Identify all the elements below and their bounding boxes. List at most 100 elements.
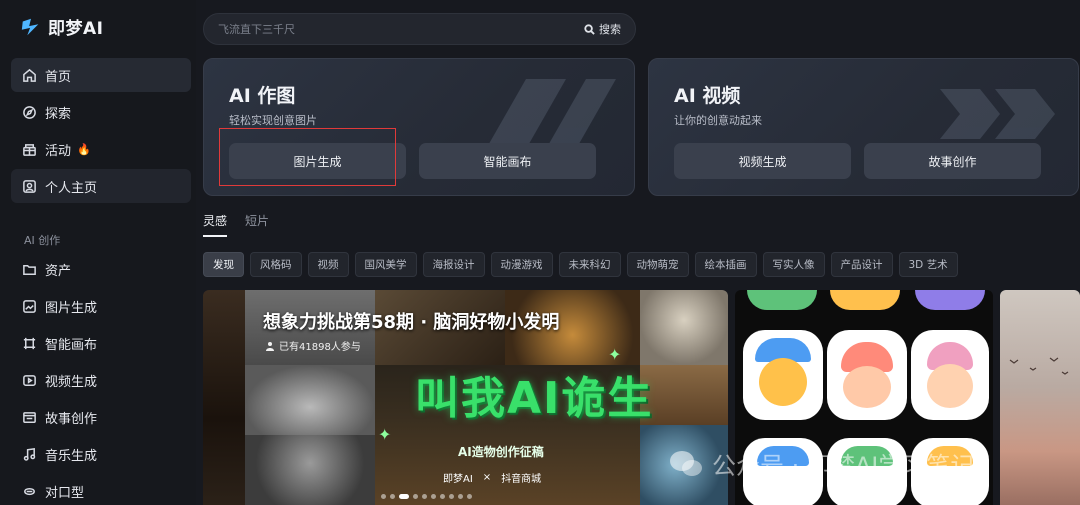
carousel-dot[interactable]	[440, 494, 445, 499]
carousel-dot[interactable]	[467, 494, 472, 499]
nav-item-label: 智能画布	[45, 337, 98, 353]
card-title: AI 视频	[674, 85, 741, 107]
chip-pets[interactable]: 动物萌宠	[626, 252, 689, 277]
nav-item-story[interactable]: 故事创作	[11, 400, 191, 434]
carousel-dot[interactable]	[413, 494, 418, 499]
chip-portrait[interactable]: 写实人像	[762, 252, 825, 277]
gift-icon	[21, 141, 37, 157]
chip-chinese-aesthetics[interactable]: 国风美学	[354, 252, 417, 277]
image-gen-icon	[21, 298, 37, 314]
nav-item-canvas[interactable]: 智能画布	[11, 326, 191, 360]
banner-title: 想象力挑战第58期 · 脑洞好物小发明	[263, 312, 560, 333]
nav-item-label: 音乐生成	[45, 448, 98, 464]
nav-item-music[interactable]: 音乐生成	[11, 437, 191, 471]
sticker-shape	[743, 330, 823, 420]
landscape-artwork-card[interactable]	[1000, 290, 1080, 505]
banner-participants: 已有41898人参与	[265, 338, 361, 353]
chip-illustration[interactable]: 绘本插画	[694, 252, 757, 277]
ai-video-card: AI 视频 让你的创意动起来 视频生成 故事创作	[648, 58, 1079, 196]
nav-item-label: 活动	[45, 143, 72, 159]
nav-item-label: 视频生成	[45, 374, 98, 390]
home-icon	[21, 67, 37, 83]
search-button-label: 搜索	[599, 23, 621, 36]
watermark: 公众号 · 即梦AI学习笔记	[668, 446, 974, 481]
person-icon	[266, 341, 274, 351]
nav-item-lipsync[interactable]: 对口型	[11, 474, 191, 505]
carousel-dot[interactable]	[449, 494, 454, 499]
nav-item-home[interactable]: 首页	[11, 58, 191, 92]
chip-style-code[interactable]: 风格码	[250, 252, 302, 277]
lipsync-icon	[21, 483, 37, 499]
chip-product-design[interactable]: 产品设计	[830, 252, 893, 277]
challenge-banner[interactable]: 想象力挑战第58期 · 脑洞好物小发明 已有41898人参与 ✦ ✦ 叫我AI诡…	[203, 290, 728, 505]
carousel-dot-active[interactable]	[399, 494, 409, 499]
carousel-dots[interactable]	[381, 494, 472, 499]
nav-item-image-gen[interactable]: 图片生成	[11, 289, 191, 323]
music-icon	[21, 446, 37, 462]
nav-item-label: 图片生成	[45, 300, 98, 316]
story-icon	[21, 409, 37, 425]
search-bar[interactable]: 飞流直下三千尺 搜索	[203, 13, 636, 45]
wechat-icon	[670, 450, 702, 476]
main-nav: 首页 探索 活动 🔥 个人主页	[11, 58, 191, 206]
image-gen-button[interactable]: 图片生成	[229, 143, 406, 179]
nav-item-label: 资产	[45, 263, 72, 279]
sidebar: 即梦AI 首页 探索 活动 🔥 个人主页 AI 创作 资产 图片生成 智能画布 …	[0, 0, 196, 505]
chip-sci-fi[interactable]: 未来科幻	[558, 252, 621, 277]
carousel-dot[interactable]	[381, 494, 386, 499]
sparkle-icon: ✦	[378, 425, 392, 444]
smart-canvas-button[interactable]: 智能画布	[419, 143, 596, 179]
app-logo[interactable]: 即梦AI	[20, 14, 103, 39]
card-title: AI 作图	[229, 85, 296, 107]
search-input[interactable]: 飞流直下三千尺	[218, 21, 584, 37]
category-chips: 发现 风格码 视频 国风美学 海报设计 动漫游戏 未来科幻 动物萌宠 绘本插画 …	[203, 252, 958, 277]
chip-3d-art[interactable]: 3D 艺术	[898, 252, 958, 277]
search-button[interactable]: 搜索	[584, 21, 621, 37]
nav-item-label: 对口型	[45, 485, 85, 501]
sticker-shape	[747, 290, 817, 310]
video-gen-button[interactable]: 视频生成	[674, 143, 851, 179]
nav-item-explore[interactable]: 探索	[11, 95, 191, 129]
chip-video[interactable]: 视频	[307, 252, 349, 277]
tab-shorts[interactable]: 短片	[245, 212, 269, 237]
logo-icon	[21, 18, 39, 35]
nav-item-label: 故事创作	[45, 411, 98, 427]
user-icon	[21, 178, 37, 194]
chip-discover[interactable]: 发现	[203, 252, 244, 277]
brand-jimeng: 即梦AI	[443, 474, 473, 485]
times-icon: ×	[482, 472, 492, 483]
carousel-dot[interactable]	[458, 494, 463, 499]
nav-item-label: 个人主页	[45, 180, 98, 196]
nav-item-assets[interactable]: 资产	[11, 252, 191, 286]
nav-item-label: 探索	[45, 106, 72, 122]
nav-item-activity[interactable]: 活动 🔥	[11, 132, 191, 166]
fire-icon: 🔥	[77, 142, 91, 156]
participants-text: 已有41898人参与	[279, 342, 361, 353]
sticker-shape	[827, 330, 907, 420]
birds-icon	[1009, 357, 1069, 375]
carousel-dot[interactable]	[422, 494, 427, 499]
sticker-shape	[830, 290, 900, 310]
search-icon	[584, 23, 595, 35]
ai-image-card: AI 作图 轻松实现创意图片 图片生成 智能画布	[203, 58, 635, 196]
carousel-dot[interactable]	[431, 494, 436, 499]
tab-inspiration[interactable]: 灵感	[203, 212, 228, 237]
folder-icon	[21, 261, 37, 277]
carousel-dot[interactable]	[390, 494, 395, 499]
compass-icon	[21, 104, 37, 120]
canvas-icon	[21, 335, 37, 351]
nav-item-profile[interactable]: 个人主页	[11, 169, 191, 203]
story-create-button[interactable]: 故事创作	[864, 143, 1041, 179]
sticker-shape	[915, 290, 985, 310]
nav-item-video-gen[interactable]: 视频生成	[11, 363, 191, 397]
watermark-text: 公众号 · 即梦AI学习笔记	[712, 452, 975, 480]
chip-poster-design[interactable]: 海报设计	[422, 252, 485, 277]
banner-brands: 即梦AI × 抖音商城	[443, 470, 541, 485]
brand-douyin-mall: 抖音商城	[501, 474, 542, 485]
chip-anime-games[interactable]: 动漫游戏	[490, 252, 553, 277]
sticker-shape	[911, 330, 989, 420]
video-gen-icon	[21, 372, 37, 388]
banner-subheadline: AI造物创作征稿	[458, 445, 544, 459]
logo-text: 即梦AI	[48, 19, 104, 39]
banner-headline: 叫我AI诡生	[415, 373, 654, 424]
